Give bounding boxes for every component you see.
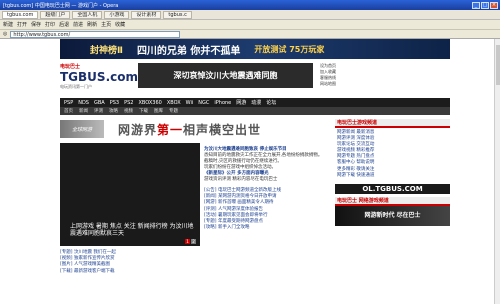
top-link-3[interactable]: 网站地图 <box>320 81 450 87</box>
subnav-item[interactable]: 评测 <box>94 108 103 114</box>
tab-4[interactable]: 设计素材 <box>131 10 162 19</box>
toolbar-item-7[interactable]: 主页 <box>101 21 111 28</box>
toolbar-item-5[interactable]: 前进 <box>73 21 83 28</box>
nav-item[interactable]: Wii <box>186 100 194 106</box>
sidebar-head-1: 电玩巴士游戏频道 <box>335 119 450 128</box>
subnav-item[interactable]: 下载 <box>139 108 148 114</box>
nav-item[interactable]: XBOX <box>167 100 181 106</box>
subnav-item[interactable]: 专题 <box>169 108 178 114</box>
site-logo[interactable]: 电玩巴士 TGBUS.com 电玩资讯第一门户 <box>60 63 138 89</box>
subnav-item[interactable]: 新闻 <box>79 108 88 114</box>
game-logo[interactable]: 全球网游 <box>60 120 104 138</box>
nav-item[interactable]: NDS <box>78 100 89 106</box>
feature-caption: 上网游戏 暑期 焦点 关注 新闻排行榜 为汶川地震遇难同胞默哀三天 <box>70 223 194 237</box>
top-banner-ad[interactable]: 封神榜Ⅱ 四川的兄弟 你并不孤单 开放测试 75万玩家 <box>60 39 450 59</box>
toolbar-item-8[interactable]: 收藏 <box>115 21 125 28</box>
news-list: [公告] 电玩巴士网游频道全新改版上线 [新闻] 某网游内测资格今日开放申请 [… <box>204 188 329 231</box>
sidebar-list: 网游新闻 最新消息 网游评测 深度体验 玩家论坛 交流互动 游戏视频 精彩推荐 … <box>335 128 450 181</box>
nav-item[interactable]: PS2 <box>124 100 133 106</box>
nav-item[interactable]: NGC <box>198 100 209 106</box>
minimize-button[interactable]: _ <box>472 1 480 9</box>
window-title: [tgbus.com] 中国电玩巴士网 — 游戏门户 - Opera <box>3 2 119 9</box>
logo-sub: 电玩资讯第一门户 <box>60 84 92 89</box>
top-links: 设为首页 加入收藏 客服热线 网站地图 <box>320 63 450 89</box>
right-sidebar: 电玩巴士游戏频道 网游新闻 最新消息 网游评测 深度体验 玩家论坛 交流互动 游… <box>335 119 450 304</box>
game-title-b: 第一 <box>157 122 184 137</box>
address-bar: ◎ http://www.tgbus.com/ <box>0 30 500 39</box>
nav-item[interactable]: 网游 <box>236 99 246 106</box>
sidebar-url-banner[interactable]: OL.TGBUS.COM <box>335 183 450 194</box>
tab-5[interactable]: tgbus.c <box>163 10 192 19</box>
banner-text-1: 封神榜Ⅱ <box>90 45 123 56</box>
sidebar-head-2: 电玩巴士 网络游戏频道 <box>335 196 450 206</box>
tab-1[interactable]: 超级门户 <box>40 10 71 19</box>
nav-item[interactable]: PS3 <box>110 100 119 106</box>
nav-item[interactable]: XBOX360 <box>138 100 161 106</box>
news-text: 游戏资讯评测 精彩内容尽在电玩巴士 <box>204 177 278 182</box>
header-row: 电玩巴士 TGBUS.com 电玩资讯第一门户 深切哀悼汶川大地震遇难同胞 设为… <box>60 61 450 91</box>
subnav-item[interactable]: 视频 <box>124 108 133 114</box>
game-title-a: 网游界 <box>118 122 158 137</box>
list-item[interactable]: [攻略] 新手入门全攻略 <box>204 225 329 231</box>
subnav-item[interactable]: 攻略 <box>109 108 118 114</box>
toolbar-item-0[interactable]: 新建 <box>3 21 13 28</box>
bottom-links: [专题] 汶川地震 我们在一起 [视频] 独家新作宣传片欣赏 [图片] 人气游戏… <box>60 250 200 275</box>
toolbar-item-3[interactable]: 打印 <box>45 21 55 28</box>
sidebar-ad[interactable]: 网游新时代 尽在巴士 <box>335 205 450 226</box>
main-nav: PSP NDS GBA PS3 PS2 XBOX360 XBOX Wii NGC… <box>60 98 450 107</box>
url-input[interactable]: http://www.tgbus.com/ <box>10 30 181 38</box>
game-section-header: 全球网游 网游界第一相声横空出世 <box>60 119 330 139</box>
tab-3[interactable]: 小游戏 <box>104 10 130 19</box>
sub-nav: 首页 新闻 评测 攻略 视频 下载 图库 专题 <box>60 107 450 115</box>
subnav-item[interactable]: 首页 <box>64 108 73 114</box>
feature-slideshow[interactable]: 上网游戏 暑期 焦点 关注 新闻排行榜 为汶川地震遇难同胞默哀三天 1 2 <box>60 143 200 246</box>
globe-icon: ◎ <box>3 31 8 37</box>
banner-text-2: 四川的兄弟 你并不孤单 <box>136 45 241 57</box>
window-titlebar: [tgbus.com] 中国电玩巴士网 — 游戏门户 - Opera _ □ × <box>0 0 500 10</box>
tab-2[interactable]: 全国人机 <box>72 10 103 19</box>
sidebar-item[interactable]: 网游下载 快速通道 <box>337 173 448 179</box>
list-item[interactable]: [下载] 最新游戏客户端下载 <box>60 269 200 275</box>
logo-pre: 电玩巴士 <box>60 64 81 70</box>
toolbar-item-6[interactable]: 刷新 <box>87 21 97 28</box>
pager-2[interactable]: 2 <box>191 239 196 244</box>
game-title-c: 相声横空出世 <box>183 122 262 137</box>
maximize-button[interactable]: □ <box>481 1 489 9</box>
browser-toolbar: 新建 打开 保存 打印 后退 前进 刷新 主页 收藏 <box>0 20 500 30</box>
page-scrollbar[interactable] <box>494 39 500 304</box>
game-title[interactable]: 网游界第一相声横空出世 <box>118 121 261 138</box>
nav-item[interactable]: iPhone <box>214 100 231 106</box>
close-button[interactable]: × <box>490 1 498 9</box>
feature-pager: 1 2 <box>185 239 196 244</box>
nav-item[interactable]: PSP <box>64 100 73 106</box>
toolbar-item-1[interactable]: 打开 <box>17 21 27 28</box>
scrollbar-thumb[interactable] <box>496 45 500 85</box>
logo-name: TGBUS.com <box>60 70 138 84</box>
nav-item[interactable]: 动漫 <box>251 99 261 106</box>
tab-bar: tgbus.com 超级门户 全国人机 小游戏 设计素材 tgbus.c <box>0 10 500 20</box>
toolbar-item-2[interactable]: 保存 <box>31 21 41 28</box>
subnav-item[interactable]: 图库 <box>154 108 163 114</box>
toolbar-item-4[interactable]: 后退 <box>59 21 69 28</box>
nav-item[interactable]: GBA <box>94 100 105 106</box>
pager-1[interactable]: 1 <box>185 239 190 244</box>
hero-ad[interactable]: 深切哀悼汶川大地震遇难同胞 <box>138 63 313 88</box>
tab-0[interactable]: tgbus.com <box>2 10 39 19</box>
banner-text-3: 开放测试 75万玩家 <box>254 44 325 54</box>
nav-item[interactable]: 论坛 <box>266 99 276 106</box>
